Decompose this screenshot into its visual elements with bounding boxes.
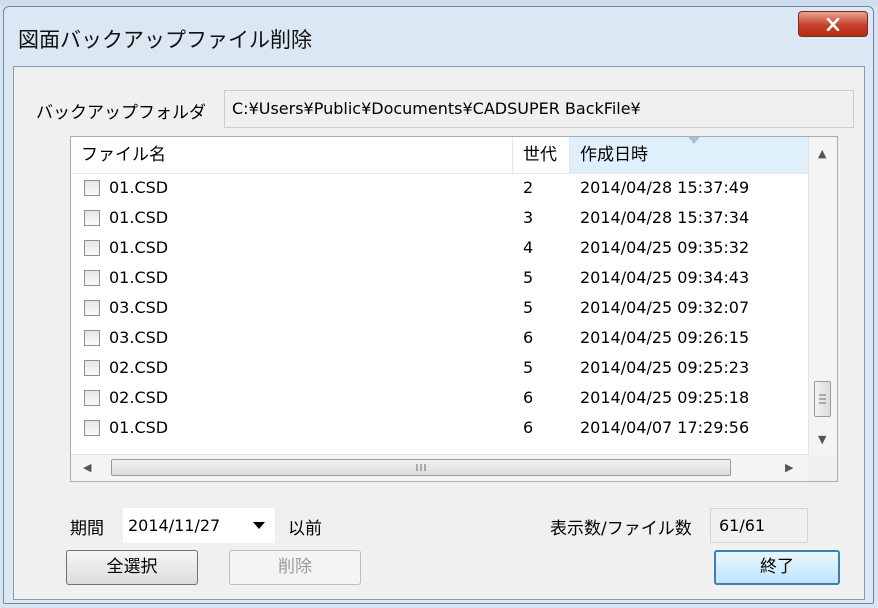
close-button[interactable]	[798, 11, 868, 37]
row-generation: 6	[523, 328, 534, 347]
dialog-window: 図面バックアップファイル削除 バックアップフォルダ C:¥Users¥Publi…	[3, 6, 874, 604]
row-checkbox[interactable]	[84, 420, 100, 436]
row-checkbox[interactable]	[84, 210, 100, 226]
scroll-left-icon[interactable]: ◀	[83, 461, 91, 474]
delete-button[interactable]: 削除	[229, 550, 361, 585]
chevron-down-icon	[253, 522, 265, 529]
table-row[interactable]: 01.CSD 5 2014/04/25 09:34:43	[71, 264, 809, 294]
row-filename: 01.CSD	[109, 268, 169, 287]
backup-folder-label: バックアップフォルダ	[36, 103, 206, 123]
row-generation: 5	[523, 268, 534, 287]
row-checkbox[interactable]	[84, 390, 100, 406]
count-label: 表示数/ファイル数	[550, 519, 692, 539]
row-filename: 01.CSD	[109, 418, 169, 437]
row-generation: 5	[523, 358, 534, 377]
column-header-filename[interactable]: ファイル名	[71, 137, 513, 173]
table-row[interactable]: 01.CSD 4 2014/04/25 09:35:32	[71, 234, 809, 264]
list-header: ファイル名 世代 作成日時	[71, 137, 809, 174]
row-created: 2014/04/25 09:25:23	[580, 358, 750, 377]
horizontal-scrollbar[interactable]: ◀ ▶	[71, 454, 809, 481]
row-created: 2014/04/25 09:26:15	[580, 328, 750, 347]
dialog-content: バックアップフォルダ C:¥Users¥Public¥Documents¥CAD…	[13, 66, 865, 600]
row-checkbox[interactable]	[84, 300, 100, 316]
row-created: 2014/04/25 09:35:32	[580, 238, 750, 257]
row-created: 2014/04/25 09:25:18	[580, 388, 750, 407]
window-title: 図面バックアップファイル削除	[18, 28, 312, 52]
sort-descending-icon	[688, 137, 700, 144]
title-bar[interactable]: 図面バックアップファイル削除	[4, 7, 873, 65]
row-filename: 03.CSD	[109, 328, 169, 347]
period-label: 期間	[70, 519, 104, 539]
row-checkbox[interactable]	[84, 270, 100, 286]
row-filename: 03.CSD	[109, 298, 169, 317]
scroll-up-icon[interactable]: ▲	[818, 147, 826, 160]
row-checkbox[interactable]	[84, 360, 100, 376]
table-row[interactable]: 03.CSD 5 2014/04/25 09:32:07	[71, 294, 809, 324]
period-date-select[interactable]: 2014/11/27	[123, 508, 275, 543]
row-generation: 6	[523, 388, 534, 407]
row-created: 2014/04/28 15:37:34	[580, 208, 750, 227]
table-row[interactable]: 02.CSD 5 2014/04/25 09:25:23	[71, 354, 809, 384]
grip-icon	[819, 394, 826, 404]
backup-folder-path: C:¥Users¥Public¥Documents¥CADSUPER BackF…	[224, 90, 854, 128]
file-list[interactable]: ファイル名 世代 作成日時 01.CSD 2 2014/04/28 15:37:…	[70, 136, 838, 482]
table-row[interactable]: 01.CSD 6 2014/04/07 17:29:56	[71, 414, 809, 444]
count-value: 61/61	[710, 508, 808, 543]
row-filename: 02.CSD	[109, 358, 169, 377]
select-all-button[interactable]: 全選択	[66, 550, 198, 585]
row-generation: 2	[523, 178, 534, 197]
scroll-down-icon[interactable]: ▼	[818, 433, 826, 446]
row-created: 2014/04/25 09:34:43	[580, 268, 750, 287]
table-row[interactable]: 01.CSD 2 2014/04/28 15:37:49	[71, 174, 809, 204]
row-filename: 01.CSD	[109, 208, 169, 227]
period-suffix-label: 以前	[288, 519, 322, 539]
table-row[interactable]: 01.CSD 3 2014/04/28 15:37:34	[71, 204, 809, 234]
column-header-created[interactable]: 作成日時	[570, 137, 809, 173]
row-created: 2014/04/07 17:29:56	[580, 418, 750, 437]
horizontal-scroll-thumb[interactable]	[111, 459, 731, 476]
row-created: 2014/04/28 15:37:49	[580, 178, 750, 197]
column-header-created-label: 作成日時	[580, 145, 648, 165]
grip-icon	[416, 464, 426, 471]
table-row[interactable]: 02.CSD 6 2014/04/25 09:25:18	[71, 384, 809, 414]
column-header-generation[interactable]: 世代	[513, 137, 570, 173]
scrollbar-corner	[809, 455, 837, 481]
row-checkbox[interactable]	[84, 180, 100, 196]
row-checkbox[interactable]	[84, 330, 100, 346]
row-created: 2014/04/25 09:32:07	[580, 298, 750, 317]
close-icon	[826, 17, 840, 31]
table-row[interactable]: 03.CSD 6 2014/04/25 09:26:15	[71, 324, 809, 354]
period-date-value: 2014/11/27	[128, 516, 221, 535]
row-filename: 01.CSD	[109, 178, 169, 197]
row-filename: 02.CSD	[109, 388, 169, 407]
exit-button[interactable]: 終了	[714, 550, 840, 585]
row-generation: 3	[523, 208, 534, 227]
vertical-scroll-thumb[interactable]	[814, 381, 831, 417]
row-checkbox[interactable]	[84, 240, 100, 256]
row-generation: 6	[523, 418, 534, 437]
row-filename: 01.CSD	[109, 238, 169, 257]
scroll-right-icon[interactable]: ▶	[785, 461, 793, 474]
vertical-scrollbar[interactable]: ▲ ▼	[808, 137, 837, 455]
row-generation: 4	[523, 238, 534, 257]
row-generation: 5	[523, 298, 534, 317]
